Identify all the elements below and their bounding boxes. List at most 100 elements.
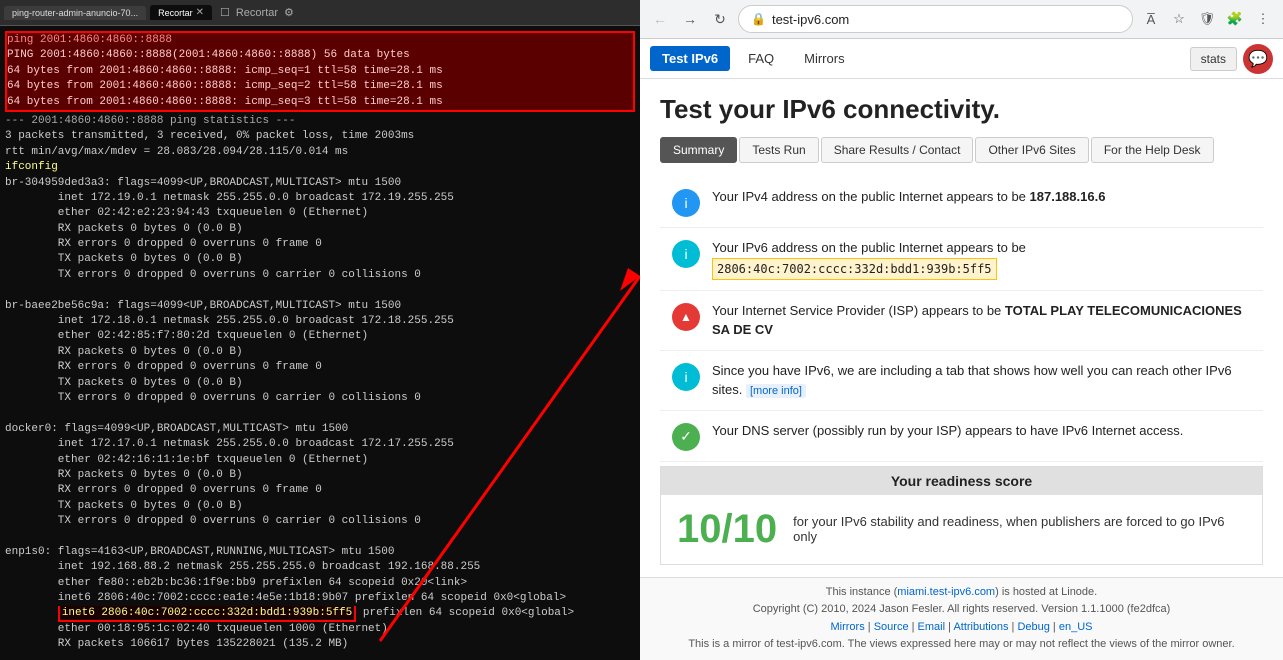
site-main-content: Test your IPv6 connectivity. Summary Tes… [640, 79, 1283, 577]
extensions-icon[interactable]: 🧩 [1223, 7, 1247, 31]
info-text-tabs: Since you have IPv6, we are including a … [712, 361, 1251, 400]
terminal-line: enp1s0: flags=4163<UP,BROADCAST,RUNNING,… [5, 545, 635, 560]
info-text-ipv4: Your IPv4 address on the public Internet… [712, 187, 1105, 207]
readiness-header: Your readiness score [661, 467, 1262, 495]
footer-link-debug[interactable]: Debug [1017, 621, 1049, 633]
terminal-tab-1[interactable]: ping-router-admin-anuncio-70... [4, 6, 146, 20]
toolbar-icon-checkbox[interactable]: ☐ [220, 6, 230, 19]
terminal-line: RX packets 0 bytes 0 (0.0 B) [5, 222, 635, 237]
back-button[interactable]: ← [648, 7, 672, 31]
info-icon-ipv4: i [672, 189, 700, 217]
test-data-section: Click to see Test Data [660, 565, 1263, 577]
lock-icon: 🔒 [751, 12, 766, 26]
footer-link-source[interactable]: Source [874, 621, 909, 633]
terminal-line: ether 00:18:95:1c:02:40 txqueuelen 1000 … [5, 622, 635, 637]
terminal-line: TX errors 0 dropped 0 overruns 0 carrier… [5, 391, 635, 406]
info-icon-tabs: i [672, 363, 700, 391]
info-item-dns: ✓ Your DNS server (possibly run by your … [660, 411, 1263, 462]
site-nav-faq[interactable]: FAQ [736, 46, 786, 71]
terminal-line: inet 172.17.0.1 netmask 255.255.0.0 broa… [5, 437, 635, 452]
toolbar-icon-settings[interactable]: ⚙ [284, 6, 294, 19]
forward-button[interactable]: → [678, 7, 702, 31]
copyright-text: Copyright (C) 2010, 2024 Jason Fesler. A… [650, 601, 1273, 619]
terminal-line: 64 bytes from 2001:4860:4860::8888: icmp… [7, 79, 633, 94]
terminal-line: 64 bytes from 2001:4860:4860::8888: icmp… [7, 95, 633, 110]
site-navigation: Test IPv6 FAQ Mirrors stats 💬 [640, 39, 1283, 79]
info-item-ipv4: i Your IPv4 address on the public Intern… [660, 177, 1263, 228]
info-text-ipv6: Your IPv6 address on the public Internet… [712, 238, 1251, 280]
terminal-line: --- 2001:4860:4860::8888 ping statistics… [5, 114, 635, 129]
terminal-line: TX packets 0 bytes 0 (0.0 B) [5, 499, 635, 514]
stats-button[interactable]: stats [1190, 47, 1237, 71]
browser-nav-bar: ← → ↻ 🔒 test-ipv6.com A̅ ☆ 🛡 🧩 ⋮ [640, 0, 1283, 38]
tab-other-ipv6[interactable]: Other IPv6 Sites [975, 137, 1088, 163]
page-title: Test your IPv6 connectivity. [660, 94, 1263, 125]
tab-share-results[interactable]: Share Results / Contact [821, 137, 974, 163]
translate-icon[interactable]: A̅ [1139, 7, 1163, 31]
readiness-description: for your IPv6 stability and readiness, w… [793, 514, 1246, 544]
terminal-line: ether 02:42:16:11:1e:bf txqueuelen 0 (Et… [5, 453, 635, 468]
tab-summary[interactable]: Summary [660, 137, 737, 163]
tab-close-icon[interactable]: ✕ [196, 7, 204, 18]
footer-link-attributions[interactable]: Attributions [953, 621, 1008, 633]
terminal-line: RX packets 106617 bytes 135228021 (135.2… [5, 637, 635, 652]
browser-toolbar-icons: A̅ ☆ 🛡 🧩 ⋮ [1139, 7, 1275, 31]
info-text-isp: Your Internet Service Provider (ISP) app… [712, 301, 1251, 340]
terminal-line: rtt min/avg/max/mdev = 28.083/28.094/28.… [5, 145, 635, 160]
info-item-ipv6-tabs: i Since you have IPv6, we are including … [660, 351, 1263, 411]
info-text-dns: Your DNS server (possibly run by your IS… [712, 421, 1183, 441]
terminal-line: TX errors 0 dropped 0 overruns 0 carrier… [5, 268, 635, 283]
inet6-highlighted-line: inet6 2806:40c:7002:cccc:332d:bdd1:939b:… [5, 606, 635, 621]
terminal-line: 3 packets transmitted, 3 received, 0% pa… [5, 129, 635, 144]
refresh-button[interactable]: ↻ [708, 7, 732, 31]
footer-link-mirrors[interactable]: Mirrors [831, 621, 865, 633]
footer-link-email[interactable]: Email [918, 621, 946, 633]
tab-bar: ping-router-admin-anuncio-70... Recortar… [0, 0, 640, 26]
terminal-line [5, 283, 635, 298]
more-info-link[interactable]: [more info] [746, 384, 806, 398]
terminal-line: RX errors 0 dropped 0 overruns 0 frame 0 [5, 483, 635, 498]
browser-chrome: ← → ↻ 🔒 test-ipv6.com A̅ ☆ 🛡 🧩 ⋮ [640, 0, 1283, 39]
url-text: test-ipv6.com [772, 12, 849, 27]
shield-icon[interactable]: 🛡 [1195, 7, 1219, 31]
terminal-line: ping 2001:4860:4860::8888 [7, 33, 633, 48]
terminal-line: inet 192.168.88.2 netmask 255.255.255.0 … [5, 560, 635, 575]
tab-label: Recortar [158, 8, 193, 18]
ipv6-address-highlight: 2806:40c:7002:cccc:332d:bdd1:939b:5ff5 [712, 258, 997, 280]
terminal-line: TX errors 0 dropped 0 overruns 0 carrier… [5, 514, 635, 529]
terminal-line: br-304959ded3a3: flags=4099<UP,BROADCAST… [5, 176, 635, 191]
tab-tests-run[interactable]: Tests Run [739, 137, 818, 163]
tab-help-desk[interactable]: For the Help Desk [1091, 137, 1214, 163]
chat-icon[interactable]: 💬 [1243, 44, 1273, 74]
content-tabs: Summary Tests Run Share Results / Contac… [660, 137, 1263, 163]
site-nav-test-ipv6[interactable]: Test IPv6 [650, 46, 730, 71]
terminal-line: ether 02:42:e2:23:94:43 txqueuelen 0 (Et… [5, 206, 635, 221]
site-nav-mirrors[interactable]: Mirrors [792, 46, 856, 71]
terminal-line: inet 172.19.0.1 netmask 255.255.0.0 broa… [5, 191, 635, 206]
browser-panel: ← → ↻ 🔒 test-ipv6.com A̅ ☆ 🛡 🧩 ⋮ Test IP… [640, 0, 1283, 660]
terminal-line: TX packets 0 bytes 0 (0.0 B) [5, 252, 635, 267]
info-item-ipv6: i Your IPv6 address on the public Intern… [660, 228, 1263, 291]
mirror-notice-text: This is a mirror of test-ipv6.com. The v… [650, 636, 1273, 654]
terminal-line: ether fe80::eb2b:bc36:1f9e:bb9 prefixlen… [5, 576, 635, 591]
star-icon[interactable]: ☆ [1167, 7, 1191, 31]
menu-icon[interactable]: ⋮ [1251, 7, 1275, 31]
info-icon-isp: ▲ [672, 303, 700, 331]
readiness-score: 10/10 [677, 507, 777, 552]
terminal-output[interactable]: ping 2001:4860:4860::8888 PING 2001:4860… [0, 26, 640, 660]
terminal-tab-2[interactable]: Recortar ✕ [150, 5, 212, 20]
terminal-line: RX packets 0 bytes 0 (0.0 B) [5, 345, 635, 360]
address-bar[interactable]: 🔒 test-ipv6.com [738, 5, 1133, 33]
info-icon-dns: ✓ [672, 423, 700, 451]
terminal-line: RX errors 0 dropped 0 overruns 0 frame 0 [5, 237, 635, 252]
terminal-line [5, 406, 635, 421]
footer-link-locale[interactable]: en_US [1059, 621, 1093, 633]
terminal-line: ifconfig [5, 160, 635, 175]
terminal-line: br-baee2be56c9a: flags=4099<UP,BROADCAST… [5, 299, 635, 314]
terminal-line: docker0: flags=4099<UP,BROADCAST,MULTICA… [5, 422, 635, 437]
instance-link[interactable]: miami.test-ipv6.com [897, 586, 995, 598]
site-footer: This instance (miami.test-ipv6.com) is h… [640, 577, 1283, 660]
terminal-line: TX packets 0 bytes 0 (0.0 B) [5, 376, 635, 391]
readiness-section: Your readiness score 10/10 for your IPv6… [660, 466, 1263, 565]
terminal-line: PING 2001:4860:4860::8888(2001:4860:4860… [7, 48, 633, 63]
